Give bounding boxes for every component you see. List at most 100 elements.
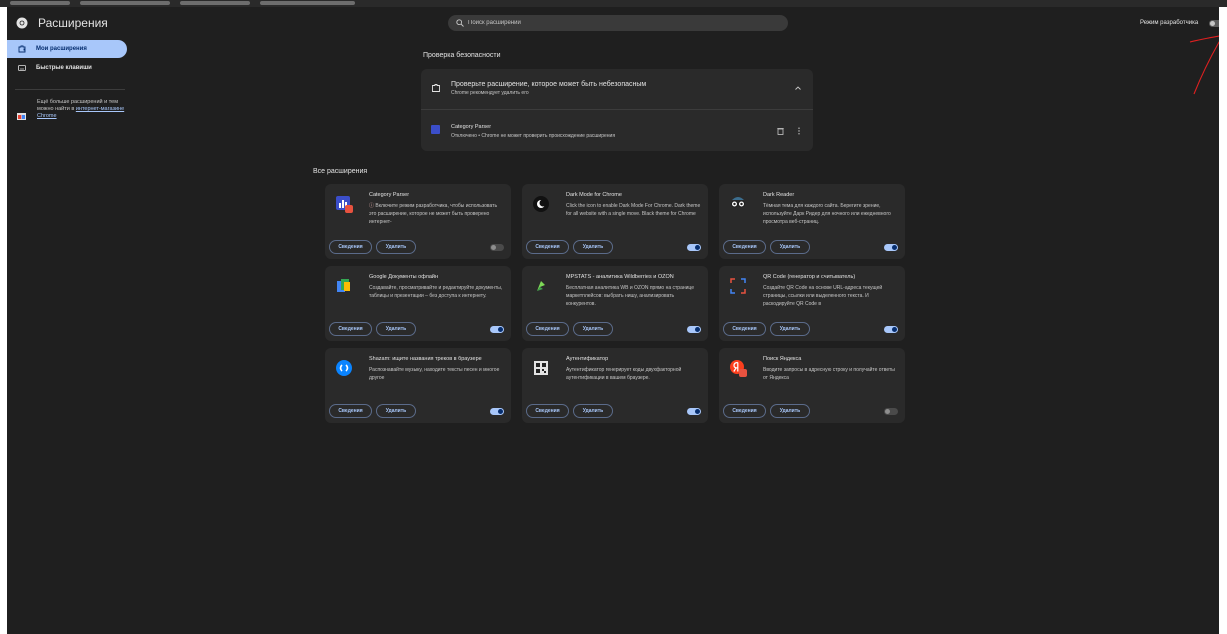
details-button[interactable]: Сведения (329, 240, 372, 254)
details-button[interactable]: Сведения (723, 404, 766, 418)
puzzle-icon (18, 45, 26, 53)
more-vert-icon[interactable] (797, 127, 801, 135)
extension-name: Category Parser (369, 192, 410, 198)
qr-scanner-icon (730, 278, 746, 294)
search-icon (456, 19, 464, 27)
toggle-knob (498, 409, 503, 414)
safety-divider (421, 109, 813, 110)
details-button[interactable]: Сведения (526, 322, 569, 336)
search-bar[interactable] (448, 15, 788, 31)
details-button[interactable]: Сведения (723, 240, 766, 254)
enable-toggle[interactable] (490, 408, 504, 415)
remove-button[interactable]: Удалить (573, 322, 613, 336)
extension-card-google-docs: Google Документы офлайн Создавайте, прос… (325, 266, 511, 341)
dark-reader-icon (731, 197, 745, 208)
extension-name: Поиск Яндекса (763, 356, 802, 362)
remove-button[interactable]: Удалить (376, 322, 416, 336)
extension-description: Распознавайте музыку, находите тексты пе… (369, 367, 500, 381)
chevron-up-icon[interactable] (794, 84, 802, 92)
extension-description: Тёмная тема для каждого сайта. Берегите … (763, 203, 891, 225)
safety-section-title: Проверка безопасности (423, 52, 501, 59)
safety-title: Проверьте расширение, которое может быть… (451, 81, 647, 88)
toggle-knob (1210, 21, 1215, 26)
extension-card-yandex-search: Поиск Яндекса Вводите запросы в адресную… (719, 348, 905, 423)
enable-toggle[interactable] (490, 326, 504, 333)
enable-toggle[interactable] (884, 326, 898, 333)
sidebar-item-shortcuts[interactable]: Быстрые клавиши (7, 59, 127, 77)
remove-button[interactable]: Удалить (376, 404, 416, 418)
safety-ext-name: Category Parser (451, 124, 492, 130)
extension-description: Бесплатная аналитика WB и OZON прямо на … (566, 285, 695, 307)
extension-description: Click the icon to enable Dark Mode For C… (566, 203, 701, 217)
extension-name: Dark Reader (763, 192, 795, 198)
enable-toggle[interactable] (687, 326, 701, 333)
extension-name: QR Code (генератор и считыватель) (763, 274, 856, 280)
authenticator-qr-icon (534, 361, 548, 375)
toggle-knob (695, 245, 700, 250)
extension-name: Аутентификатор (566, 356, 609, 362)
trash-icon[interactable] (777, 127, 784, 135)
chrome-logo-icon (16, 17, 28, 29)
toggle-knob (498, 327, 503, 332)
extension-card-mpstats: MPSTATS - аналитика Wildberries и OZON Б… (522, 266, 708, 341)
safety-subtitle: Chrome рекомендует удалить его (451, 90, 529, 96)
remove-button[interactable]: Удалить (770, 240, 810, 254)
dev-mode-toggle[interactable] (1209, 20, 1219, 27)
extension-description: Аутентификатор генерирует коды двухфакто… (566, 367, 682, 381)
extension-description: Создайте QR Code на основе URL-адреса те… (763, 285, 883, 307)
extension-description: ⓘ Включите режим разработчика, чтобы исп… (369, 203, 498, 225)
enable-toggle[interactable] (884, 408, 898, 415)
extension-name: Dark Mode for Chrome (566, 192, 622, 198)
category-parser-icon (336, 196, 353, 213)
dark-mode-icon (533, 196, 549, 212)
promo-text: Ещё больше расширений и тем можно найти … (37, 99, 125, 119)
dev-mode-label: Режим разработчика (1140, 20, 1199, 26)
toggle-knob (885, 409, 890, 414)
toggle-knob (892, 327, 897, 332)
search-input[interactable] (468, 17, 768, 29)
extension-name: Shazam: ищите названия треков в браузере (369, 356, 482, 362)
details-button[interactable]: Сведения (329, 404, 372, 418)
details-button[interactable]: Сведения (526, 404, 569, 418)
remove-button[interactable]: Удалить (770, 404, 810, 418)
category-parser-icon (431, 125, 440, 134)
sidebar-item-my-extensions[interactable]: Мои расширения (7, 40, 127, 58)
sidebar-item-label: Быстрые клавиши (36, 65, 92, 71)
toggle-knob (892, 245, 897, 250)
remove-button[interactable]: Удалить (573, 240, 613, 254)
enable-toggle[interactable] (884, 244, 898, 251)
extension-description: Вводите запросы в адресную строку и полу… (763, 367, 895, 381)
remove-button[interactable]: Удалить (573, 404, 613, 418)
puzzle-warning-icon (432, 84, 440, 92)
enable-toggle[interactable] (490, 244, 504, 251)
remove-button[interactable]: Удалить (376, 240, 416, 254)
toggle-knob (695, 409, 700, 414)
header: Расширения Режим разработчика (7, 7, 1219, 95)
google-docs-offline-icon (337, 279, 350, 292)
browser-top-strip (0, 0, 1227, 7)
extension-card-dark-mode: Dark Mode for Chrome Click the icon to e… (522, 184, 708, 259)
extension-name: MPSTATS - аналитика Wildberries и OZON (566, 274, 674, 280)
yandex-icon (730, 360, 747, 377)
safety-check-card: Проверьте расширение, которое может быть… (421, 69, 813, 151)
extension-name: Google Документы офлайн (369, 274, 438, 280)
red-arrow-annotation (1189, 35, 1219, 95)
enable-toggle[interactable] (687, 408, 701, 415)
extension-card-authenticator: Аутентификатор Аутентификатор генерирует… (522, 348, 708, 423)
details-button[interactable]: Сведения (723, 322, 766, 336)
extensions-page: Расширения Режим разработчика Мои расшир… (7, 7, 1219, 634)
sidebar-divider (15, 89, 125, 90)
toggle-knob (491, 245, 496, 250)
enable-toggle[interactable] (687, 244, 701, 251)
shazam-icon (336, 360, 352, 376)
details-button[interactable]: Сведения (329, 322, 372, 336)
webstore-icon (17, 113, 26, 120)
extension-card-dark-reader: Dark Reader Тёмная тема для каждого сайт… (719, 184, 905, 259)
details-button[interactable]: Сведения (526, 240, 569, 254)
extension-description: Создавайте, просматривайте и редактируйт… (369, 285, 503, 299)
extension-card-shazam: Shazam: ищите названия треков в браузере… (325, 348, 511, 423)
keyboard-icon (18, 65, 26, 71)
extension-card-qr-code: QR Code (генератор и считыватель) Создай… (719, 266, 905, 341)
sidebar-item-label: Мои расширения (36, 46, 87, 52)
remove-button[interactable]: Удалить (770, 322, 810, 336)
